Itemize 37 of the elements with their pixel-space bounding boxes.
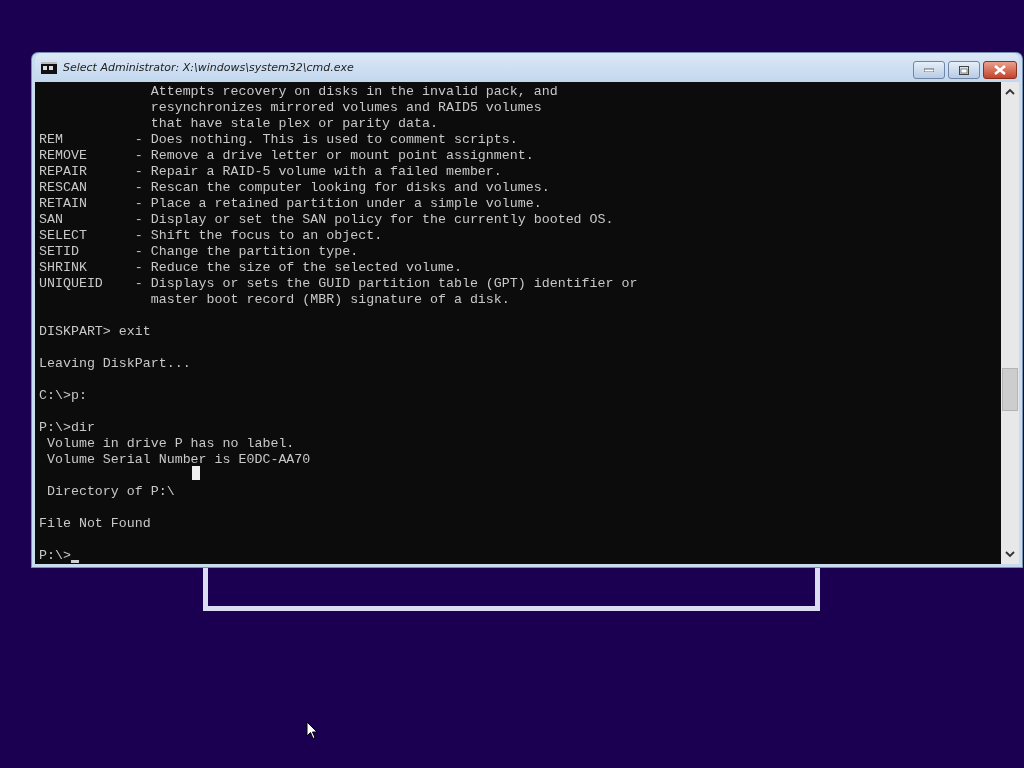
console-line: DISKPART> exit bbox=[39, 324, 151, 340]
console-line: resynchronizes mirrored volumes and RAID5 volumes bbox=[149, 100, 542, 116]
console-prompt: P:\> bbox=[39, 548, 71, 564]
console-line: master boot record (MBR) signature of a disk. bbox=[149, 292, 510, 308]
minimize-icon bbox=[924, 68, 934, 72]
console-line: P:\>dir bbox=[39, 420, 95, 436]
console-line: Attempts recovery on disks in the invalid pack, and bbox=[149, 84, 558, 100]
console-line: REMOVE - Remove a drive letter or mount point assignment. bbox=[39, 148, 534, 164]
close-icon bbox=[994, 65, 1006, 75]
window-title: Select Administrator: X:\windows\system32\cmd.exe bbox=[63, 61, 354, 74]
text-cursor bbox=[70, 560, 79, 563]
mouse-pointer-icon bbox=[306, 721, 318, 741]
console-line: Leaving DiskPart... bbox=[39, 356, 191, 372]
scrollbar[interactable] bbox=[1001, 82, 1019, 564]
console-line: that have stale plex or parity data. bbox=[149, 116, 438, 132]
console-line: RESCAN - Rescan the computer looking for disks and volumes. bbox=[39, 180, 550, 196]
console-line: C:\>p: bbox=[39, 388, 87, 404]
console-line: UNIQUEID - Displays or sets the GUID partition table (GPT) identifier or bbox=[39, 276, 638, 292]
close-button[interactable] bbox=[983, 61, 1017, 79]
maximize-icon bbox=[959, 65, 969, 75]
console-line: RETAIN - Place a retained partition under a simple volume. bbox=[39, 196, 542, 212]
console-line: SETID - Change the partition type. bbox=[39, 244, 359, 260]
console-line: REM - Does nothing. This is used to comment scripts. bbox=[39, 132, 518, 148]
console-line: Volume in drive P has no label. bbox=[45, 436, 295, 452]
maximize-button[interactable] bbox=[948, 61, 980, 79]
console-line: SAN - Display or set the SAN policy for the currently booted OS. bbox=[39, 212, 614, 228]
console-line: File Not Found bbox=[39, 516, 151, 532]
console-line: SELECT - Shift the focus to an object. bbox=[39, 228, 383, 244]
mouse-text-cursor bbox=[192, 466, 200, 480]
console-line: REPAIR - Repair a RAID-5 volume with a failed member. bbox=[39, 164, 502, 180]
console-line: Volume Serial Number is E0DC-AA70 bbox=[45, 452, 311, 468]
console-icon bbox=[41, 61, 57, 74]
scroll-thumb[interactable] bbox=[1002, 368, 1018, 411]
scroll-down-icon[interactable] bbox=[1005, 550, 1015, 558]
scroll-up-icon[interactable] bbox=[1005, 88, 1015, 96]
console-line: Directory of P:\ bbox=[45, 484, 175, 500]
console-line: SHRINK - Reduce the size of the selected volume. bbox=[39, 260, 462, 276]
